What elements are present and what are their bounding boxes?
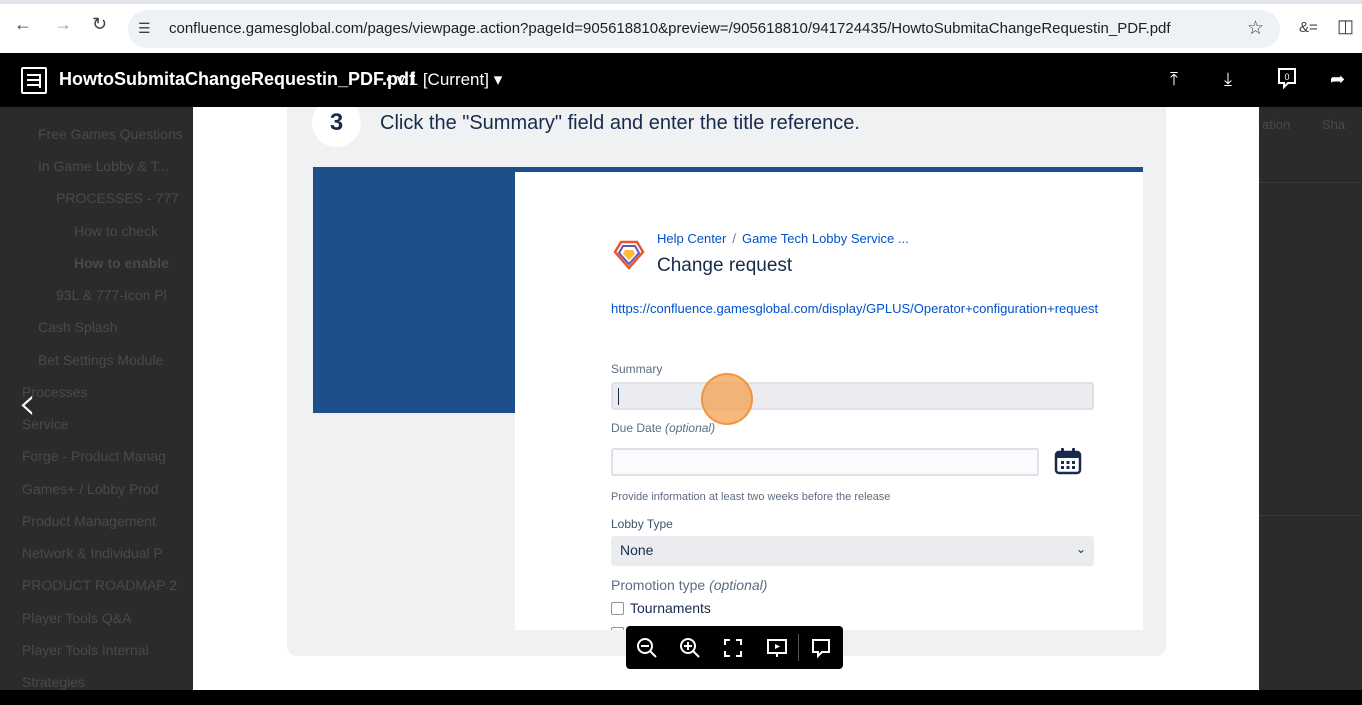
tree-item: Strategies (22, 674, 86, 690)
due-date-input[interactable] (611, 448, 1039, 476)
tree-item: Product Management (22, 513, 156, 529)
divider (1259, 182, 1362, 183)
file-viewer-header: HowtoSubmitaChangeRequestin_PDF.pdf • v.… (0, 53, 1362, 107)
tree-item: PRODUCT ROADMAP 2 (22, 577, 178, 593)
tree-item: PROCESSES - 777 (56, 190, 179, 206)
service-logo-icon (613, 240, 645, 270)
tournaments-label: Tournaments (630, 600, 711, 616)
lobby-type-label: Lobby Type (611, 517, 673, 531)
breadcrumb-separator: / (732, 231, 736, 246)
lobby-type-value: None (620, 542, 654, 558)
reference-link[interactable]: https://confluence.gamesglobal.com/displ… (611, 299, 1101, 318)
form-breadcrumb: Help Center / Game Tech Lobby Service ... (657, 231, 909, 246)
upload-icon[interactable]: ⤒ (1170, 69, 1178, 90)
due-date-label-text: Due Date (611, 421, 662, 435)
text-caret (618, 388, 619, 405)
browser-toolbar: ← → ↻ ☰ confluence.gamesglobal.com/pages… (0, 0, 1362, 53)
extension-button[interactable]: &= (1299, 19, 1318, 36)
background-right-text: ation (1262, 117, 1291, 132)
click-indicator (701, 373, 753, 425)
tree-item: Forge - Product Manag (22, 448, 166, 464)
reload-icon[interactable]: ↻ (92, 14, 107, 35)
banner-gap (313, 413, 515, 630)
tree-item: Free Games Questions (38, 126, 183, 142)
download-icon[interactable]: ⤓ (1224, 69, 1232, 90)
tree-item: In Game Lobby & T... (38, 158, 170, 174)
extensions-puzzle-icon[interactable]: ◫ (1337, 16, 1354, 37)
comment-count: 0 (1284, 72, 1289, 82)
fit-screen-icon[interactable] (722, 637, 744, 659)
site-info-icon[interactable]: ☰ (138, 20, 151, 37)
zoom-in-icon[interactable] (679, 637, 701, 659)
document-icon (21, 67, 47, 94)
promotion-type-label: Promotion type (optional) (611, 577, 767, 593)
bookmark-star-icon[interactable]: ☆ (1247, 17, 1264, 40)
step-instruction: Click the "Summary" field and enter the … (380, 112, 860, 134)
pdf-page: 3 Click the "Summary" field and enter th… (193, 107, 1259, 690)
due-date-hint: Provide information at least two weeks b… (611, 491, 891, 503)
forward-arrow-icon[interactable]: → (54, 14, 72, 35)
url-text[interactable]: confluence.gamesglobal.com/pages/viewpag… (169, 20, 1171, 37)
tree-item: Player Tools Internal (22, 642, 149, 658)
breadcrumb-help-center[interactable]: Help Center (657, 231, 726, 246)
background-share-text: Sha (1322, 117, 1346, 132)
form-title: Change request (657, 255, 793, 276)
back-arrow-icon[interactable]: ← (14, 14, 32, 35)
optional-tag: (optional) (709, 577, 768, 593)
tree-item: How to enable (74, 255, 169, 271)
breadcrumb-service[interactable]: Game Tech Lobby Service ... (742, 231, 909, 246)
tree-item: Bet Settings Module (38, 352, 164, 368)
viewer-toolbar (626, 626, 843, 669)
summary-input[interactable] (611, 382, 1094, 410)
add-comment-icon[interactable] (810, 637, 832, 659)
tree-item: Network & Individual P (22, 545, 163, 561)
share-icon[interactable]: ➦ (1330, 69, 1345, 90)
lobby-type-select[interactable]: None ⌄ (611, 536, 1094, 566)
comments-button[interactable]: 0 (1277, 67, 1297, 94)
address-bar[interactable]: ☰ confluence.gamesglobal.com/pages/viewp… (128, 10, 1280, 48)
toolbar-divider (798, 634, 799, 661)
tree-item: Games+ / Lobby Prod (22, 481, 159, 497)
zoom-out-icon[interactable] (636, 637, 658, 659)
step-number: 3 (312, 107, 361, 147)
comment-icon: 0 (1278, 68, 1296, 90)
previous-page-chevron-icon[interactable]: ‹ (18, 376, 36, 430)
tree-item: How to check (74, 223, 159, 239)
due-date-label: Due Date (optional) (611, 421, 715, 435)
presentation-icon[interactable] (766, 637, 788, 659)
version-dropdown[interactable]: • v.1 [Current] ▾ (386, 70, 502, 90)
divider (1259, 515, 1362, 516)
file-name: HowtoSubmitaChangeRequestin_PDF.pdf (59, 69, 416, 89)
summary-label: Summary (611, 362, 663, 376)
calendar-icon[interactable] (1054, 447, 1082, 475)
tree-item: Cash Splash (38, 319, 118, 335)
optional-tag: (optional) (665, 421, 716, 435)
promotion-checkbox[interactable] (611, 627, 624, 630)
promotion-type-label-text: Promotion type (611, 577, 706, 593)
version-label: v.1 [Current] (396, 70, 489, 89)
bottom-bar (0, 690, 1362, 705)
tree-item: Player Tools Q&A (22, 610, 132, 626)
change-request-form: Help Center / Game Tech Lobby Service ... … (515, 172, 1143, 630)
chevron-down-icon: ⌄ (1075, 542, 1086, 556)
tournaments-checkbox[interactable] (611, 602, 624, 615)
tree-item: 93L & 777-Icon Pl (56, 287, 167, 303)
